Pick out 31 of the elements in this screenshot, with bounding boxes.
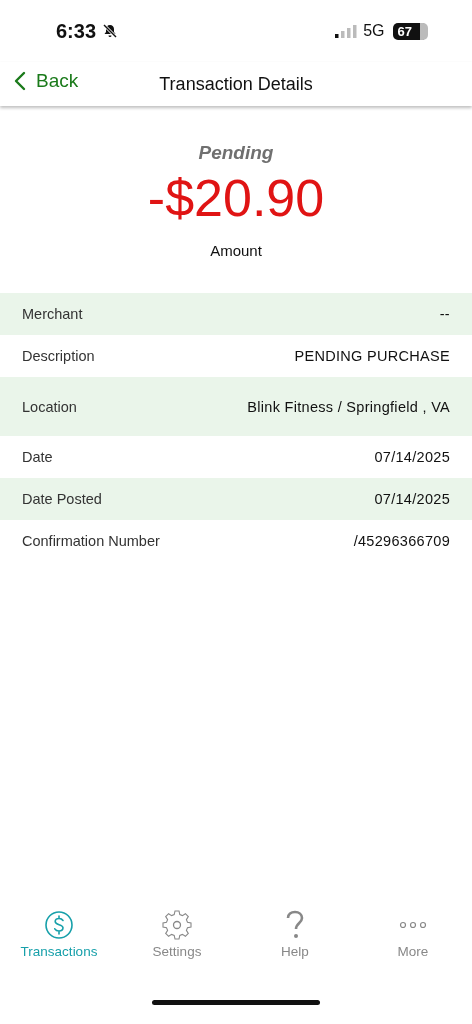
detail-label: Date Posted — [22, 491, 102, 507]
screen-title: Transaction Details — [159, 73, 313, 95]
muted-bell-icon — [102, 23, 119, 39]
amount-label: Amount — [210, 242, 262, 259]
detail-label: Description — [22, 348, 95, 364]
detail-value: Blink Fitness / Springfield , VA — [247, 398, 450, 415]
chevron-left-icon — [14, 71, 26, 91]
detail-value: /45296366709 — [353, 533, 450, 549]
detail-value: 07/14/2025 — [374, 449, 450, 465]
amount-value: -$20.90 — [147, 168, 325, 228]
battery-level: 67 — [392, 22, 428, 40]
tab-bar-item[interactable]: Help — [236, 910, 354, 970]
back-button[interactable]: Back — [14, 70, 79, 92]
signal-icon — [335, 24, 358, 38]
network-label: 5G — [363, 22, 385, 40]
tab-bar-item[interactable]: Transactions — [0, 910, 118, 970]
detail-label: Confirmation Number — [22, 533, 160, 549]
tab-bar-item[interactable]: Settings — [118, 910, 236, 970]
detail-label: Date — [22, 449, 53, 465]
detail-value: PENDING PURCHASE — [294, 348, 450, 364]
detail-value: -- — [439, 306, 450, 322]
settings-icon — [162, 910, 192, 940]
help-icon — [285, 910, 305, 940]
more-icon — [398, 921, 428, 929]
detail-value: 07/14/2025 — [374, 491, 450, 507]
detail-label: Merchant — [22, 306, 83, 322]
clock-time: 6:33 — [56, 19, 97, 43]
detail-label: Location — [22, 398, 77, 415]
tab-bar-item[interactable]: More — [354, 910, 472, 970]
dollar-circle-icon — [44, 910, 74, 940]
status-label: Pending — [198, 142, 274, 164]
